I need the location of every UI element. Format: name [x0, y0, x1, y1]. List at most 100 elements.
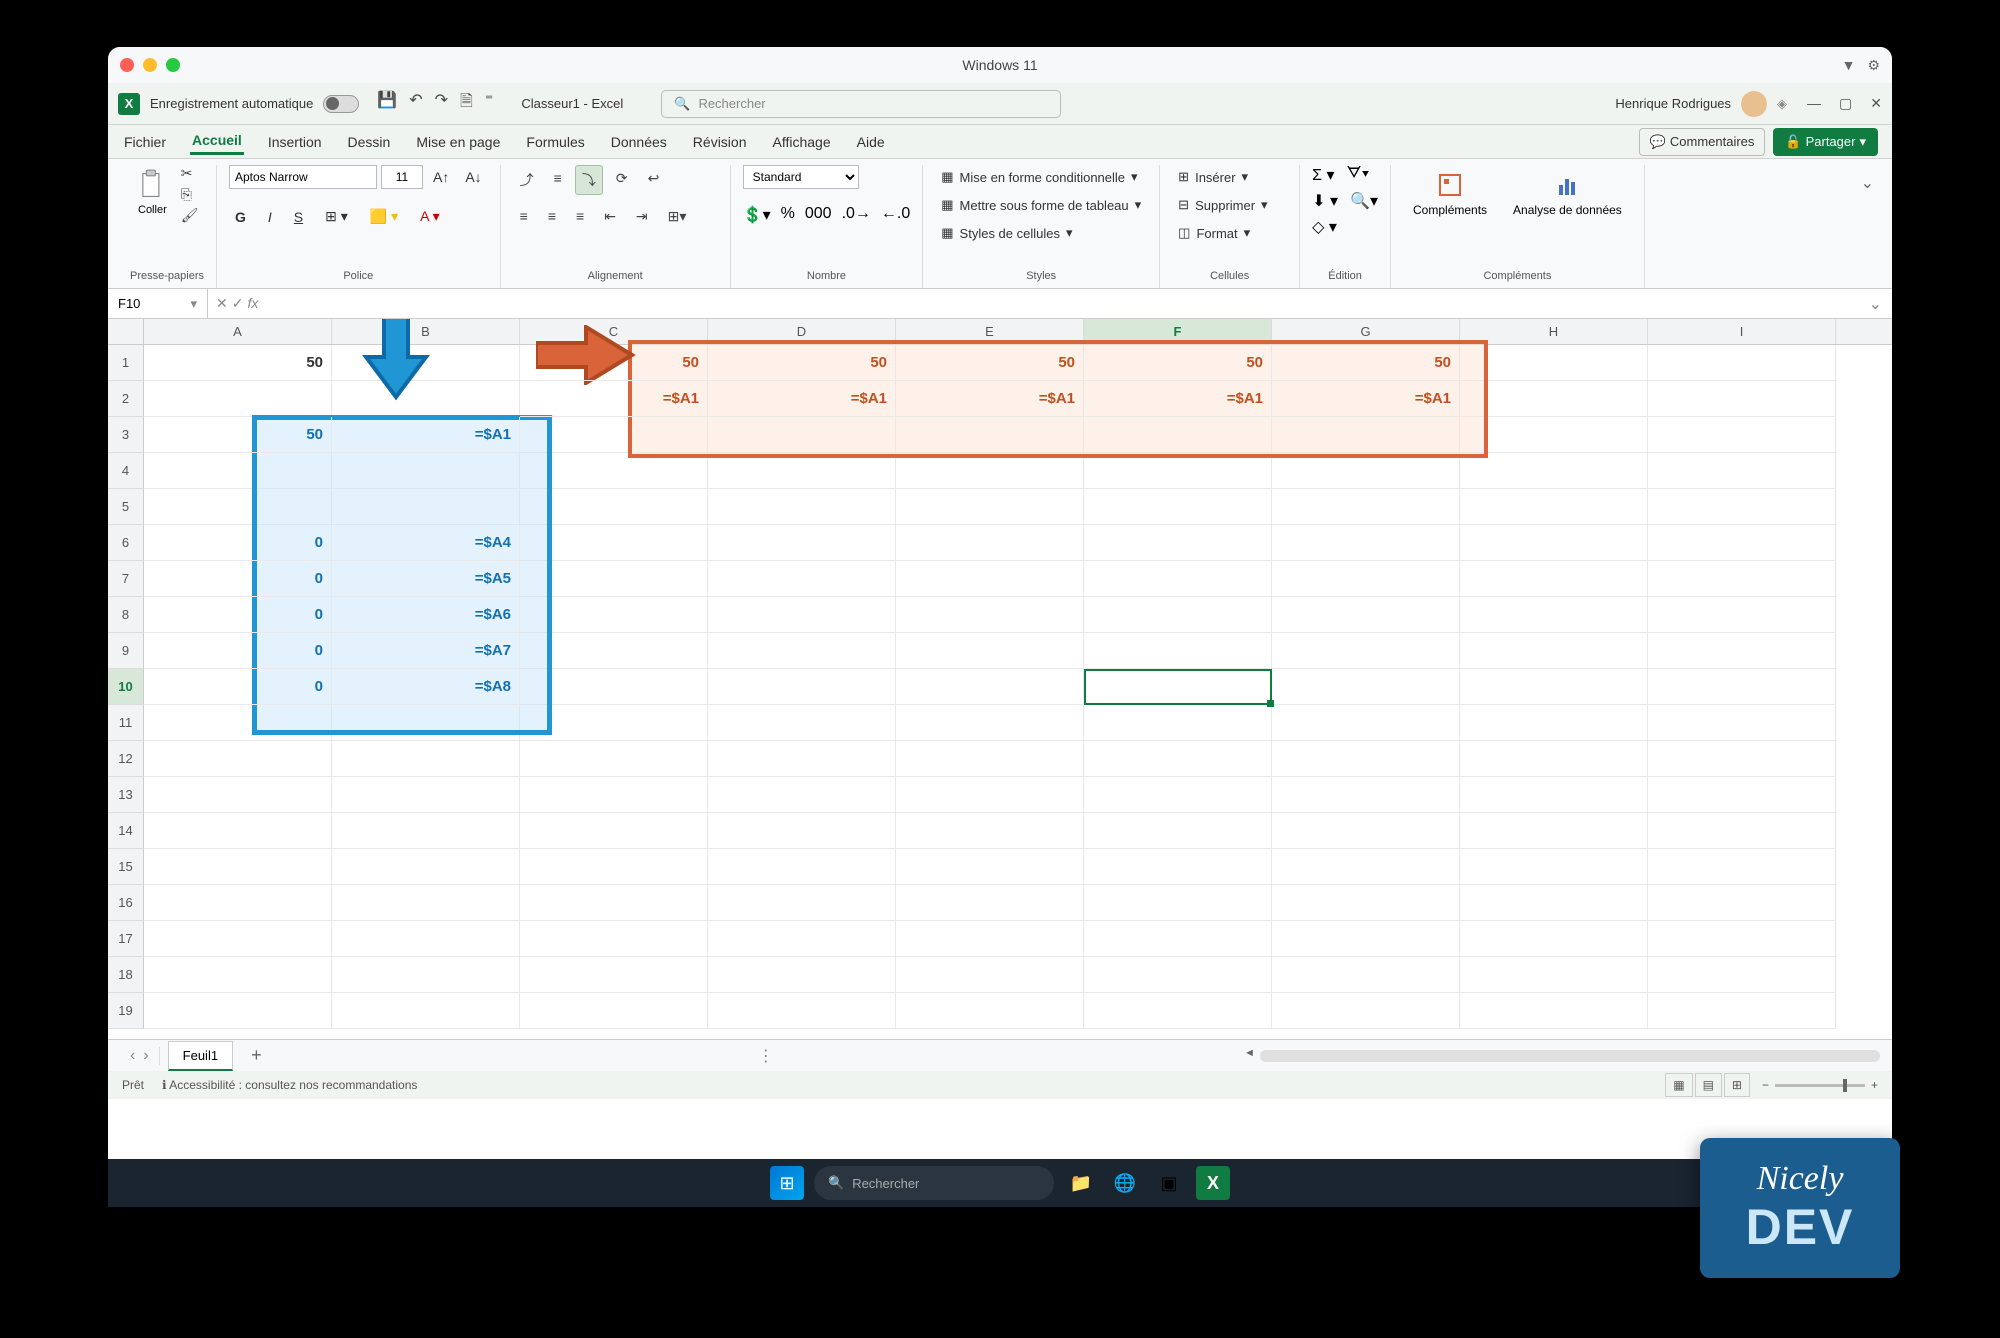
cell[interactable] [896, 741, 1084, 777]
cell[interactable] [144, 849, 332, 885]
cell[interactable] [144, 993, 332, 1029]
cell[interactable] [520, 885, 708, 921]
cell[interactable] [520, 561, 708, 597]
format-table-button[interactable]: ▦ Mettre sous forme de tableau ▾ [935, 193, 1147, 217]
cell[interactable] [1460, 813, 1648, 849]
cell[interactable] [144, 381, 332, 417]
cell[interactable]: =$A1 [332, 417, 520, 453]
cell[interactable] [1272, 453, 1460, 489]
cell[interactable] [708, 453, 896, 489]
autosum-icon[interactable]: Σ ▾ [1312, 165, 1334, 185]
cell[interactable] [1084, 993, 1272, 1029]
cell[interactable] [708, 669, 896, 705]
enter-formula-icon[interactable]: ✓ [232, 295, 244, 312]
cell[interactable] [520, 453, 708, 489]
cell[interactable] [896, 417, 1084, 453]
cell[interactable] [520, 813, 708, 849]
row-header[interactable]: 10 [108, 669, 144, 705]
currency-icon[interactable]: 💲▾ [743, 205, 771, 225]
cell[interactable] [1648, 561, 1836, 597]
cell[interactable] [1460, 525, 1648, 561]
collapse-ribbon-icon[interactable]: ⌄ [1853, 165, 1882, 288]
align-middle-icon[interactable]: ≡ [547, 165, 569, 195]
cell[interactable] [144, 741, 332, 777]
cell[interactable] [1648, 669, 1836, 705]
align-left-icon[interactable]: ≡ [513, 203, 535, 230]
cell[interactable] [1084, 777, 1272, 813]
zoom-in-icon[interactable]: + [1871, 1078, 1878, 1092]
horizontal-scrollbar[interactable] [1260, 1050, 1880, 1062]
cell[interactable] [520, 597, 708, 633]
name-box[interactable]: F10▾ [108, 289, 208, 318]
cell[interactable] [1272, 777, 1460, 813]
cell[interactable] [1084, 741, 1272, 777]
cell[interactable]: =$A1 [896, 381, 1084, 417]
insert-button[interactable]: ⊞ Insérer ▾ [1172, 165, 1273, 189]
align-center-icon[interactable]: ≡ [541, 203, 563, 230]
cell[interactable] [708, 993, 896, 1029]
cell[interactable] [708, 489, 896, 525]
prev-sheet-icon[interactable]: ‹ [130, 1047, 135, 1065]
tab-draw[interactable]: Dessin [346, 130, 393, 154]
cell[interactable]: 0 [144, 561, 332, 597]
fill-color-icon[interactable]: 🟨 ▾ [364, 205, 404, 228]
cell[interactable] [1648, 957, 1836, 993]
normal-view-icon[interactable]: ▦ [1665, 1073, 1692, 1097]
avatar[interactable] [1741, 91, 1767, 117]
cell[interactable] [708, 777, 896, 813]
decimal-inc-icon[interactable]: .0→ [842, 205, 871, 225]
cell[interactable] [1648, 417, 1836, 453]
cell[interactable] [520, 705, 708, 741]
cell[interactable] [896, 885, 1084, 921]
cell[interactable] [1460, 381, 1648, 417]
comma-icon[interactable]: 000 [805, 205, 832, 225]
cell[interactable]: =$A7 [332, 633, 520, 669]
cell[interactable] [520, 633, 708, 669]
conditional-format-button[interactable]: ▦ Mise en forme conditionnelle ▾ [935, 165, 1147, 189]
cell[interactable] [332, 813, 520, 849]
cell[interactable] [896, 597, 1084, 633]
cell[interactable]: =$A1 [708, 381, 896, 417]
tab-help[interactable]: Aide [855, 130, 887, 154]
cell[interactable]: 50 [1272, 345, 1460, 381]
share-button[interactable]: 🔓 Partager ▾ [1773, 128, 1878, 156]
row-header[interactable]: 4 [108, 453, 144, 489]
tab-view[interactable]: Affichage [771, 130, 833, 154]
cell[interactable]: =$A5 [332, 561, 520, 597]
cell[interactable] [1648, 381, 1836, 417]
cell[interactable]: =$A1 [520, 381, 708, 417]
row-header[interactable]: 9 [108, 633, 144, 669]
number-format-select[interactable]: Standard [743, 165, 859, 189]
excel-icon[interactable]: X [118, 93, 140, 115]
zoom-slider[interactable] [1775, 1084, 1865, 1087]
cell[interactable] [1460, 957, 1648, 993]
format-painter-icon[interactable]: 🖌 [181, 207, 199, 224]
cell[interactable]: 50 [520, 345, 708, 381]
cell[interactable] [708, 525, 896, 561]
cell[interactable] [1084, 633, 1272, 669]
accessibility-status[interactable]: ℹ Accessibilité : consultez nos recomman… [162, 1078, 417, 1092]
row-header[interactable]: 18 [108, 957, 144, 993]
cell[interactable] [1648, 453, 1836, 489]
cell[interactable] [1272, 921, 1460, 957]
row-header[interactable]: 6 [108, 525, 144, 561]
cell[interactable]: =$A8 [332, 669, 520, 705]
cell[interactable] [1648, 705, 1836, 741]
cell[interactable] [332, 885, 520, 921]
copy-icon[interactable]: ⎘ [181, 186, 199, 203]
row-header[interactable]: 13 [108, 777, 144, 813]
redo-icon[interactable]: ↷ [435, 90, 448, 117]
cell[interactable] [1272, 813, 1460, 849]
cell[interactable] [520, 525, 708, 561]
spreadsheet-grid[interactable]: ABCDEFGHI 12345678910111213141516171819 … [108, 319, 1892, 1039]
cell[interactable] [144, 453, 332, 489]
cell[interactable] [1084, 525, 1272, 561]
cell[interactable] [332, 993, 520, 1029]
cell[interactable] [332, 453, 520, 489]
cell[interactable] [520, 741, 708, 777]
row-header[interactable]: 16 [108, 885, 144, 921]
cell[interactable] [1084, 957, 1272, 993]
cell[interactable] [332, 849, 520, 885]
undo-icon[interactable]: ↶ [409, 90, 422, 117]
cell[interactable] [896, 705, 1084, 741]
